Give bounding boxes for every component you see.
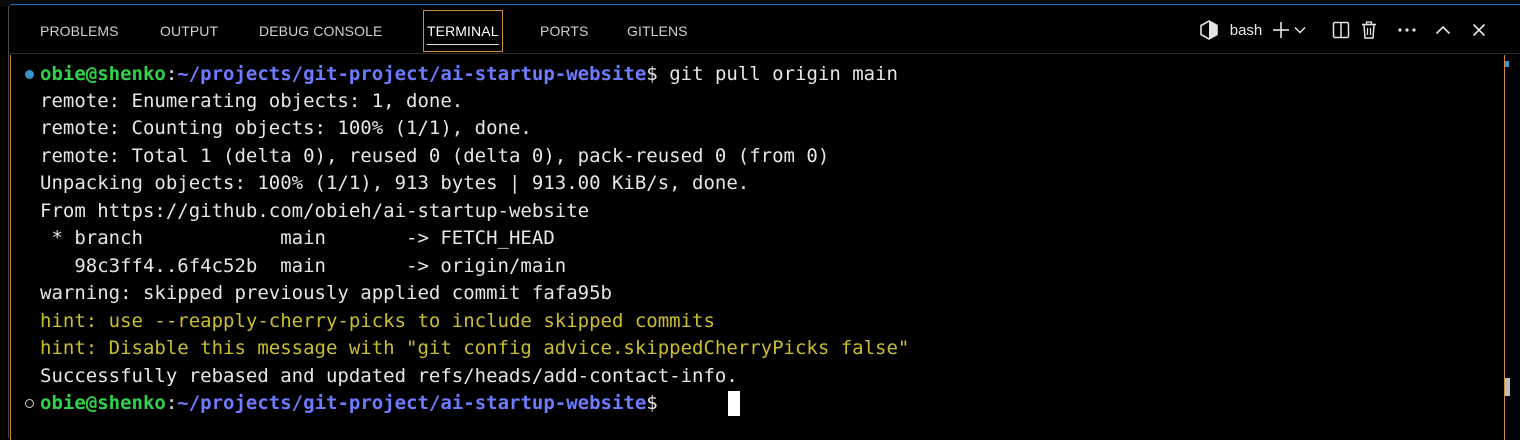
prompt-user: obie@shenko <box>40 392 166 414</box>
prompt-sign: $ <box>646 63 670 85</box>
panel-actions: bash <box>1190 6 1510 54</box>
prompt-separator: : <box>165 392 178 414</box>
prompt-user: obie@shenko <box>40 63 166 85</box>
terminal-output-line: Unpacking objects: 100% (1/1), 913 bytes… <box>40 172 750 194</box>
prompt-command: git pull origin main <box>669 63 898 85</box>
tab-debug-console[interactable]: DEBUG CONSOLE <box>259 10 382 52</box>
terminal-output-line: * branch main -> FETCH_HEAD <box>40 227 555 249</box>
shell-name-label[interactable]: bash <box>1226 18 1266 42</box>
prompt-path: ~/projects/git-project/ai-startup-websit… <box>177 392 647 414</box>
terminal-output-line: From https://github.com/obieh/ai-startup… <box>40 200 590 222</box>
tab-gitlens[interactable]: GITLENS <box>627 10 688 52</box>
trash-icon[interactable] <box>1358 18 1380 42</box>
prompt-line: obie@shenko:~/projects/git-project/ai-st… <box>40 61 898 88</box>
add-terminal-icon[interactable] <box>1270 18 1292 42</box>
chevron-down-icon[interactable] <box>1292 18 1308 42</box>
terminal-output-line: 98c3ff4..6f4c52b main -> origin/main <box>40 255 567 277</box>
vscode-panel: PROBLEMS OUTPUT DEBUG CONSOLE TERMINAL P… <box>0 0 1520 440</box>
tab-problems[interactable]: PROBLEMS <box>40 10 119 52</box>
maximize-panel-icon[interactable] <box>1432 18 1454 42</box>
tab-output[interactable]: OUTPUT <box>160 10 218 52</box>
prompt-sign: $ <box>646 392 670 414</box>
command-success-decoration-icon[interactable] <box>25 70 34 79</box>
terminal-hint-line: hint: use --reapply-cherry-picks to incl… <box>40 310 715 332</box>
close-panel-icon[interactable] <box>1468 18 1490 42</box>
command-pending-decoration-icon[interactable] <box>25 399 34 408</box>
terminal-output-line: warning: skipped previously applied comm… <box>40 282 612 304</box>
scrollbar-thumb[interactable] <box>1505 378 1510 396</box>
terminal-cursor <box>728 391 740 416</box>
tab-ports[interactable]: PORTS <box>540 10 588 52</box>
prompt-line-current: obie@shenko:~/projects/git-project/ai-st… <box>40 390 669 417</box>
editor-edge-line <box>10 4 1520 5</box>
more-actions-icon[interactable] <box>1395 18 1419 42</box>
terminal-output-line: remote: Enumerating objects: 1, done. <box>40 90 464 112</box>
prompt-separator: : <box>165 63 178 85</box>
tab-terminal[interactable]: TERMINAL <box>423 10 503 52</box>
terminal-hint-line: hint: Disable this message with "git con… <box>40 337 910 359</box>
terminal-profile-icon[interactable] <box>1198 18 1220 42</box>
split-terminal-icon[interactable] <box>1330 18 1352 42</box>
terminal-scrollbar[interactable] <box>1505 55 1520 440</box>
scrollbar-marker <box>1505 61 1509 67</box>
prompt-path: ~/projects/git-project/ai-startup-websit… <box>177 63 647 85</box>
terminal-output-line: Successfully rebased and updated refs/he… <box>40 365 738 387</box>
terminal-output-line: remote: Total 1 (delta 0), reused 0 (del… <box>40 145 830 167</box>
terminal-output-line: remote: Counting objects: 100% (1/1), do… <box>40 117 532 139</box>
